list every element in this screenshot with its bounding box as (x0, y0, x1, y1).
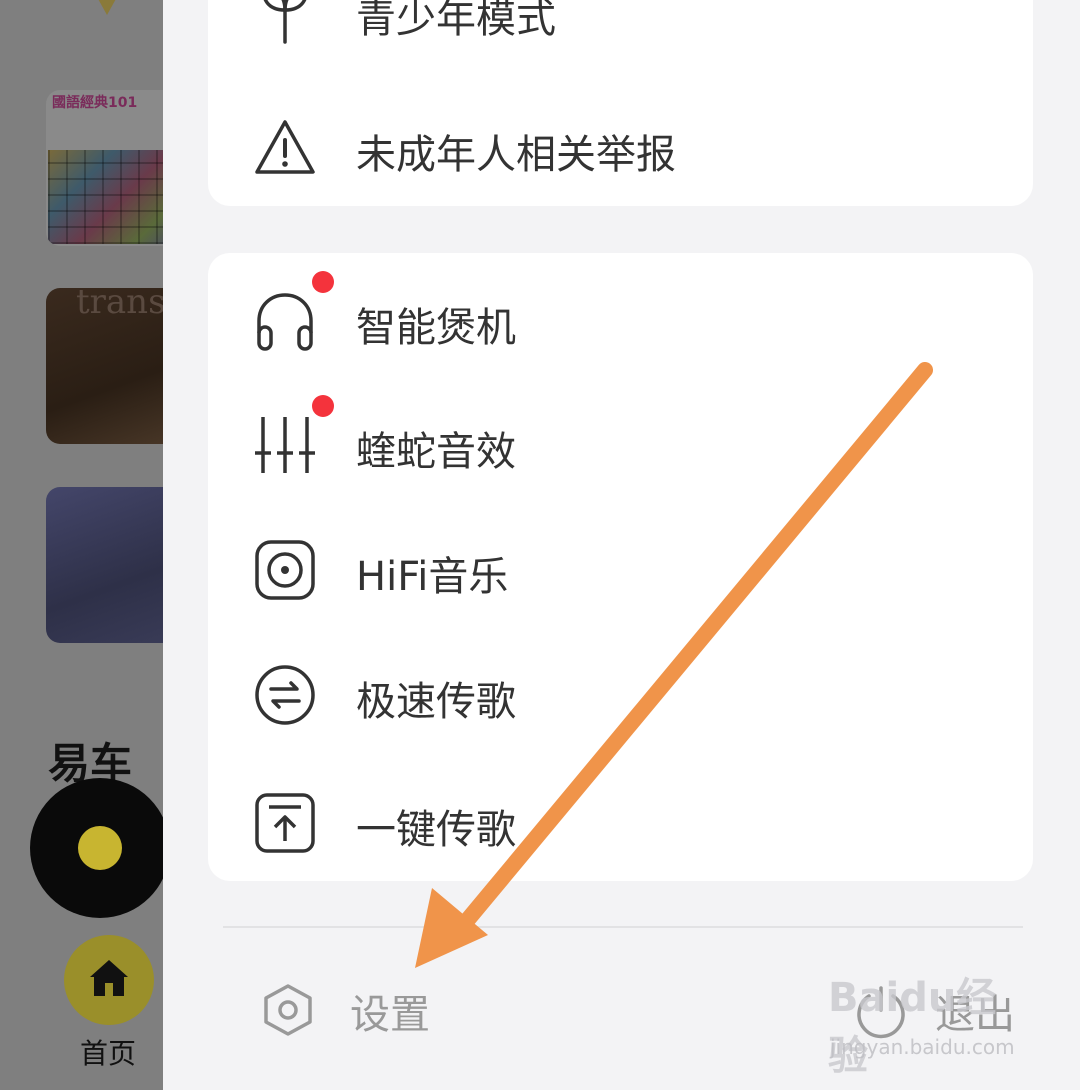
annotation-arrow (415, 362, 933, 968)
